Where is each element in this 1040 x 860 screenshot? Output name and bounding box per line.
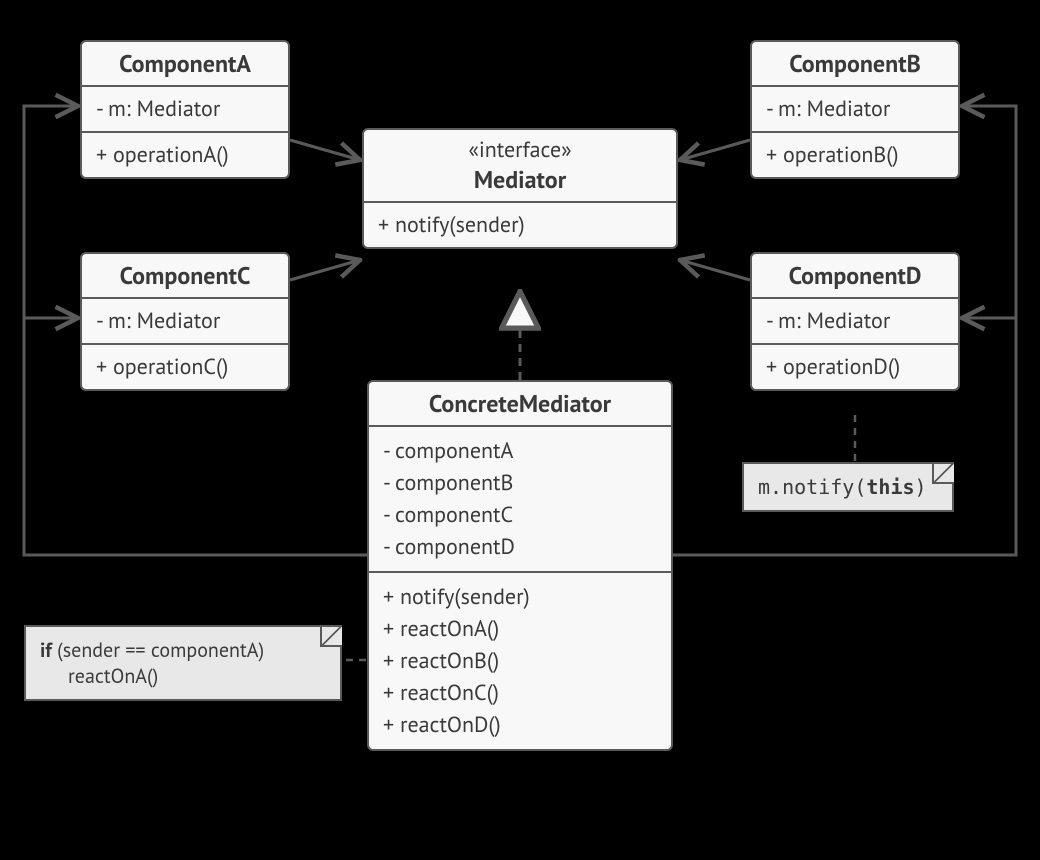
- assoc-C-to-Mediator: [290, 260, 360, 280]
- field: - componentA: [383, 435, 657, 467]
- note-operationD: m.notify(this): [742, 462, 954, 512]
- method: + operationB(): [752, 133, 958, 177]
- method: + operationA(): [82, 133, 288, 177]
- note-notify: if (sender == componentA) reactOnA(): [24, 625, 342, 701]
- class-ComponentA: ComponentA - m: Mediator + operationA(): [80, 40, 290, 179]
- assoc-A-to-Mediator: [290, 140, 360, 160]
- method: + reactOnD(): [383, 709, 657, 741]
- note-text: m.notify(this): [758, 475, 927, 499]
- diagram-canvas: ComponentA - m: Mediator + operationA() …: [0, 0, 1040, 860]
- field: - m: Mediator: [82, 87, 288, 133]
- class-title: «interface» Mediator: [364, 130, 676, 203]
- note-text: if (sender == componentA) reactOnA(): [40, 637, 326, 689]
- method: + reactOnA(): [383, 613, 657, 645]
- assoc-B-to-Mediator: [680, 140, 750, 160]
- assoc-D-to-Mediator: [680, 260, 750, 280]
- class-title: ComponentA: [82, 42, 288, 87]
- method: + notify(sender): [383, 581, 657, 613]
- field: - m: Mediator: [82, 299, 288, 345]
- method: + operationC(): [82, 345, 288, 389]
- method: + notify(sender): [364, 203, 676, 247]
- note-fold-icon: [320, 625, 342, 647]
- field: - m: Mediator: [752, 299, 958, 345]
- class-title: ComponentB: [752, 42, 958, 87]
- class-ConcreteMediator: ConcreteMediator - componentA - componen…: [367, 380, 673, 751]
- field: - componentB: [383, 467, 657, 499]
- field: - m: Mediator: [752, 87, 958, 133]
- method: + operationD(): [752, 345, 958, 389]
- class-ComponentC: ComponentC - m: Mediator + operationC(): [80, 252, 290, 391]
- note-fold-icon: [932, 462, 954, 484]
- class-title: ConcreteMediator: [369, 382, 671, 427]
- stereotype: «interface»: [378, 136, 662, 164]
- class-title: ComponentC: [82, 254, 288, 299]
- class-Mediator: «interface» Mediator + notify(sender): [362, 128, 678, 249]
- class-title: ComponentD: [752, 254, 958, 299]
- fields-section: - componentA - componentB - componentC -…: [369, 427, 671, 573]
- class-ComponentB: ComponentB - m: Mediator + operationB(): [750, 40, 960, 179]
- field: - componentC: [383, 499, 657, 531]
- class-name: Mediator: [474, 164, 566, 195]
- methods-section: + notify(sender) + reactOnA() + reactOnB…: [369, 573, 671, 749]
- method: + reactOnC(): [383, 677, 657, 709]
- field: - componentD: [383, 531, 657, 563]
- method: + reactOnB(): [383, 645, 657, 677]
- class-ComponentD: ComponentD - m: Mediator + operationD(): [750, 252, 960, 391]
